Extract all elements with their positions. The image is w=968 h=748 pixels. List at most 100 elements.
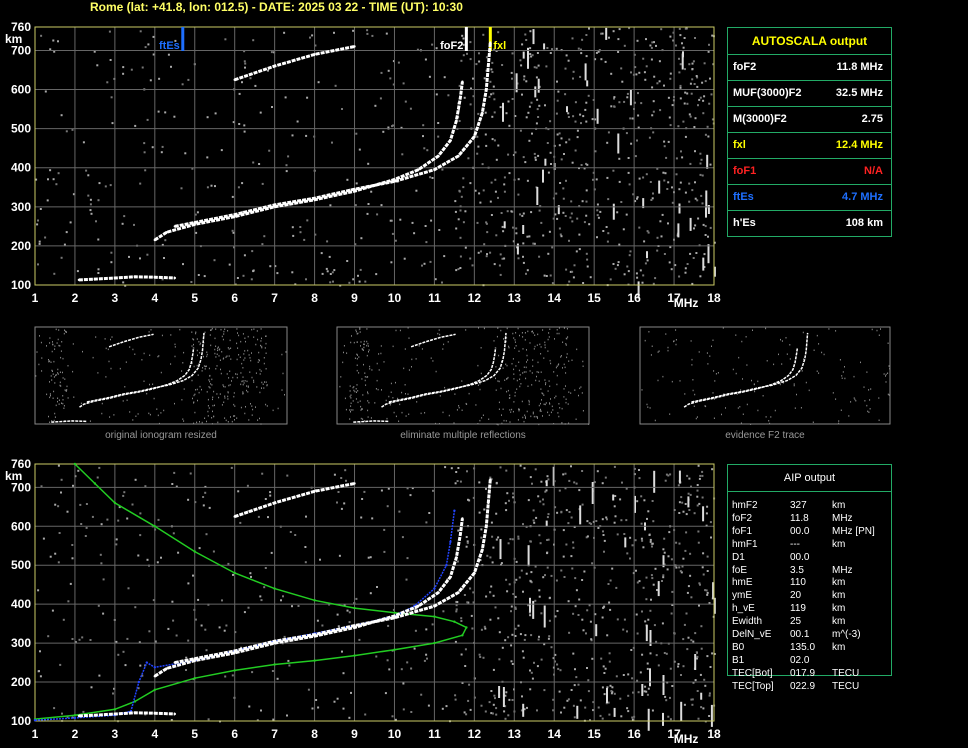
autoscala-param: MUF(3000)F2: [733, 87, 802, 99]
trace-point: [153, 276, 156, 279]
autoscala-param: foF1: [733, 165, 757, 177]
thumbnail-3: [639, 326, 891, 425]
aip-param: foF1: [732, 525, 753, 537]
aip-value: 02.0: [790, 654, 810, 666]
aip-param: DelN_vE: [732, 629, 772, 640]
trace-point: [193, 221, 196, 224]
aip-param: B0: [732, 641, 745, 653]
trace-point: [33, 719, 37, 722]
thumbnail-caption: evidence F2 trace: [725, 430, 805, 441]
trace-point: [145, 661, 148, 664]
trace-point: [455, 556, 458, 559]
trace-point: [353, 654, 356, 657]
trace-point: [353, 45, 356, 48]
autoscala-param: ftEs: [733, 191, 754, 203]
trace-point: [273, 663, 276, 666]
x-tick-label: 5: [191, 291, 198, 305]
thumbnail-caption: eliminate multiple reflections: [400, 430, 526, 441]
x-axis-label: MHz: [674, 732, 699, 746]
autoscala-param: foF2: [733, 61, 757, 73]
y-tick-label: 400: [11, 597, 31, 611]
x-tick-label: 13: [508, 291, 522, 305]
trace-point: [113, 501, 117, 505]
thumbnail-caption: original ionogram resized: [105, 430, 217, 441]
trace-point: [313, 633, 316, 636]
trace-point: [153, 675, 156, 678]
x-tick-label: 8: [311, 291, 318, 305]
x-tick-label: 14: [548, 291, 562, 305]
aip-param: hmE: [732, 577, 753, 589]
x-tick-label: 6: [231, 727, 238, 741]
ionogram-plot-1: 1 2 3 4 5 6 7 8 9 10 11 12 13 14 15 16 17 181002003004005…: [5, 20, 721, 310]
trace-point: [233, 649, 236, 653]
aip-param: ymE: [732, 590, 752, 602]
y-tick-label: 200: [11, 675, 31, 689]
trace-point: [489, 478, 492, 481]
trace-series-6: [234, 482, 355, 519]
trace-point: [457, 591, 460, 594]
trace-point: [233, 571, 236, 575]
trace-point: [449, 139, 452, 142]
trace-point: [113, 712, 117, 716]
trace-point: [77, 278, 81, 282]
x-tick-label: 9: [351, 291, 358, 305]
autoscala-value: 12.4 MHz: [835, 139, 883, 151]
grid-lines: [35, 464, 714, 721]
aip-param: hmF2: [732, 500, 758, 511]
y-axis-label: km: [5, 32, 22, 46]
x-tick-label: 10: [388, 727, 402, 741]
trace-point: [461, 517, 464, 520]
autoscala-output-panel: AUTOSCALA output foF2 11.8 MHz MUF(3000)F2…: [727, 27, 892, 237]
trace-point: [233, 213, 236, 216]
aip-title: AIP output: [728, 465, 891, 492]
x-tick-label: 18: [707, 291, 721, 305]
trace-series-3: [153, 518, 464, 678]
x-tick-label: 16: [627, 727, 641, 741]
trace-series-1: [34, 463, 468, 720]
aip-param: h_vE: [732, 603, 755, 615]
trace-point: [473, 135, 476, 138]
trace-point: [153, 688, 156, 691]
trace-point: [165, 667, 168, 670]
trace-point: [273, 203, 276, 207]
marker-label: foF2: [440, 40, 463, 52]
aip-param: TEC[Bot]: [732, 667, 773, 679]
trace-point: [165, 231, 168, 234]
autoscala-row: ftEs 4.7 MHz: [728, 185, 891, 211]
autoscala-row: fxl 12.4 MHz: [728, 133, 891, 159]
aip-unit: km: [832, 500, 846, 511]
aip-unit: km: [832, 641, 846, 653]
trace-point: [461, 80, 464, 83]
autoscala-param: fxl: [733, 139, 746, 151]
trace-point: [313, 490, 316, 493]
y-tick-label: 300: [11, 200, 31, 214]
aip-value: 119: [790, 603, 806, 615]
autoscala-value: N/A: [864, 165, 883, 177]
y-tick-label: 400: [11, 161, 31, 175]
y-tick-label: 200: [11, 239, 31, 253]
x-tick-label: 9: [351, 727, 358, 741]
trace-point: [465, 626, 468, 629]
trace-point: [437, 591, 440, 594]
trace-point: [73, 462, 77, 466]
x-tick-label: 7: [271, 291, 278, 305]
aip-param: foE: [732, 564, 748, 576]
trace-point: [489, 41, 492, 44]
x-tick-label: 11: [428, 291, 441, 305]
x-axis-label: MHz: [674, 296, 699, 310]
trace-point: [93, 482, 97, 485]
y-tick-label: 300: [11, 636, 31, 650]
grid-lines: [35, 27, 714, 285]
trace-point: [137, 680, 140, 684]
x-tick-label: 7: [271, 727, 278, 741]
x-tick-label: 12: [468, 727, 482, 741]
trace-point: [473, 571, 476, 575]
trace-point: [173, 712, 176, 716]
trace-point: [233, 669, 236, 672]
x-tick-label: 11: [428, 727, 441, 741]
trace-point: [73, 716, 77, 720]
ionogram-plot-2: 1 2 3 4 5 6 7 8 9 10 11 12 13 14 15 16 17 181002003004005…: [5, 457, 721, 746]
x-tick-label: 4: [151, 291, 158, 305]
x-tick-label: 18: [707, 727, 721, 741]
noise-speckle: [35, 27, 716, 299]
